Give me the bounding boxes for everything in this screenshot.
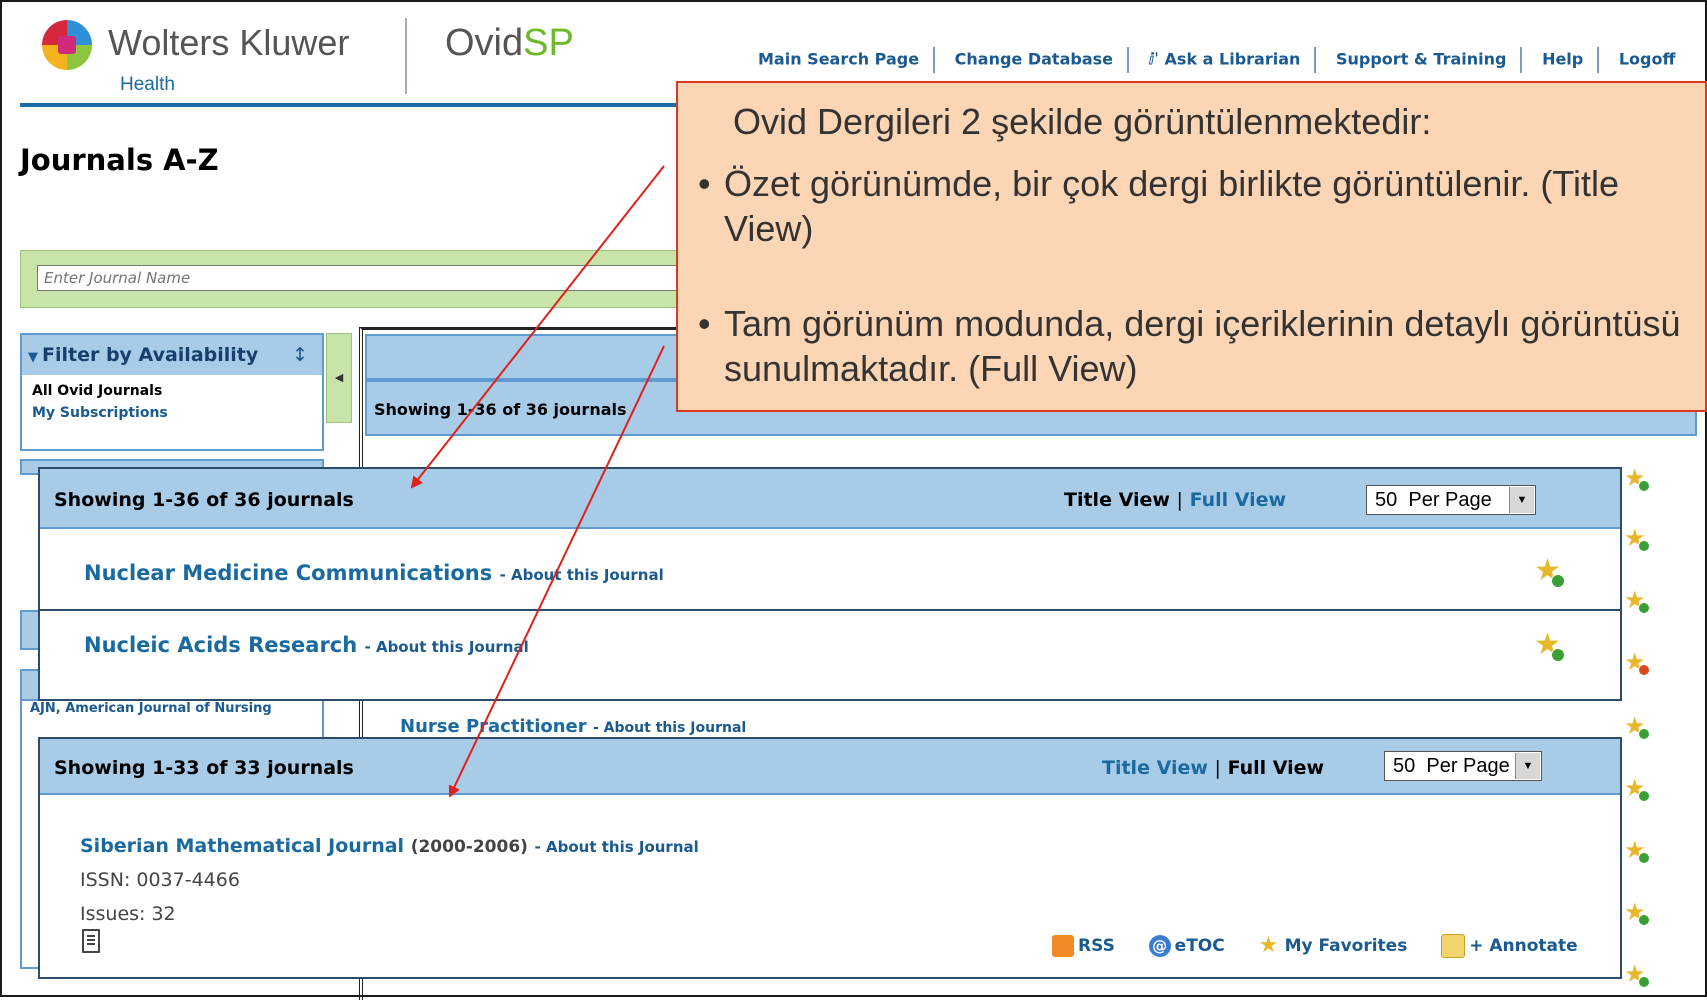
arrow-to-title-view [410, 165, 665, 489]
arrow-to-full-view [448, 345, 665, 798]
callout-arrows [410, 165, 665, 798]
